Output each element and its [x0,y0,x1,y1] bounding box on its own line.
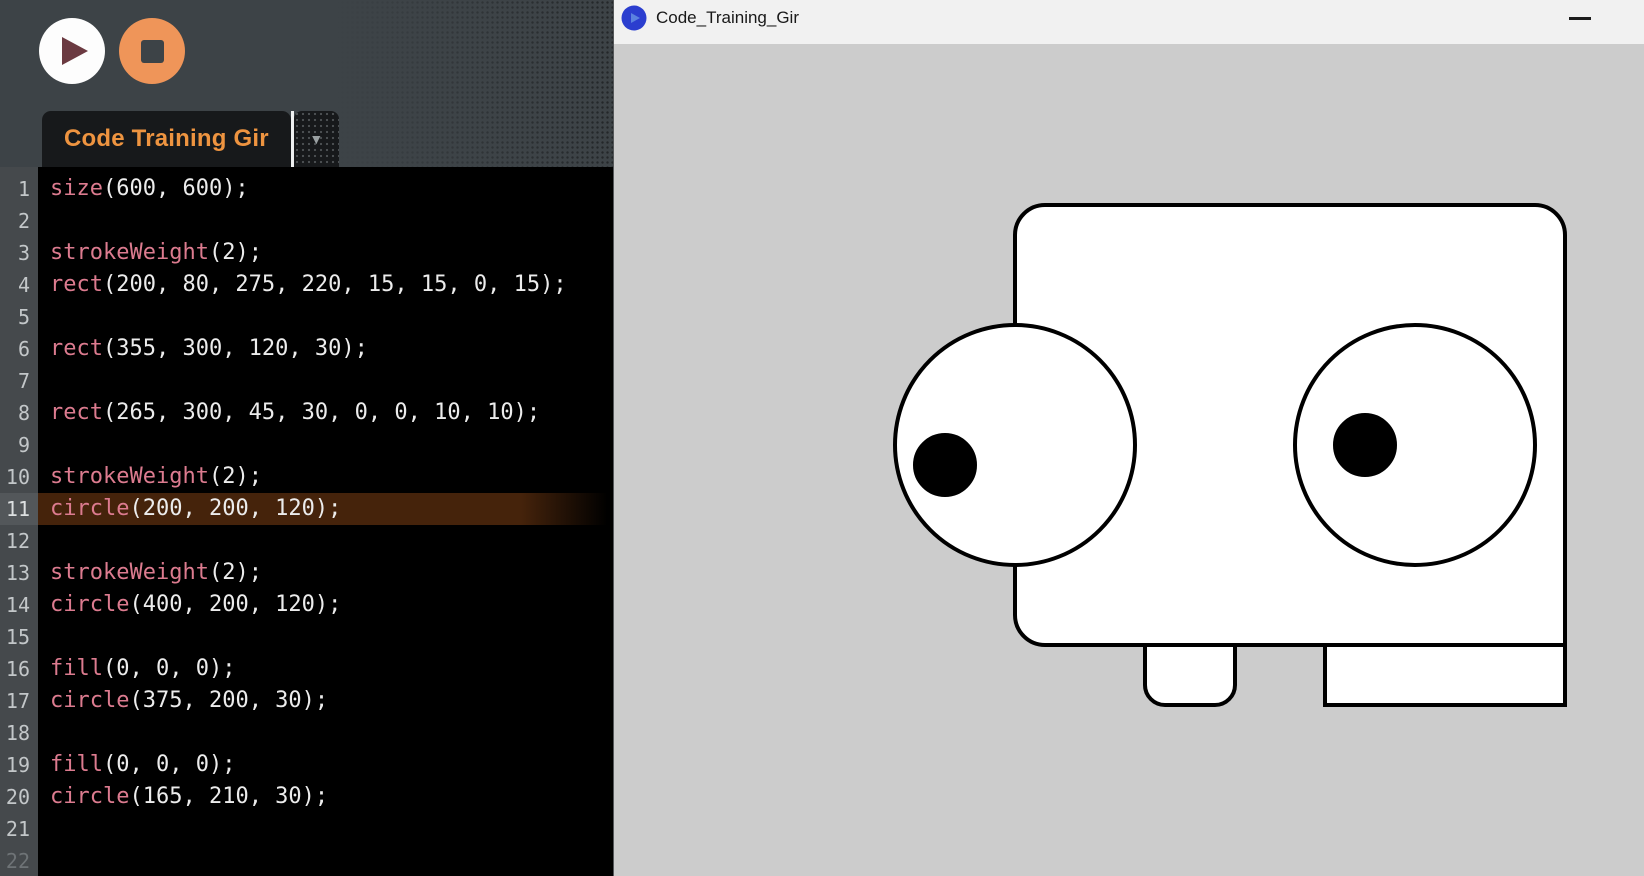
line-number: 2 [0,205,38,237]
code-line[interactable]: 21 [0,813,613,845]
code-line[interactable]: 17circle(375, 200, 30); [0,685,613,717]
code-text [38,813,613,845]
sketch-shape-rect [1325,645,1565,705]
sketch-shape-circle [915,435,975,495]
sketch-canvas [614,44,1644,876]
sketch-drawing [615,45,1644,876]
code-line[interactable]: 22 [0,845,613,876]
line-number: 9 [0,429,38,461]
line-number: 20 [0,781,38,813]
line-number: 1 [0,173,38,205]
code-line[interactable]: 19fill(0, 0, 0); [0,749,613,781]
line-number: 3 [0,237,38,269]
editor-lines: 1size(600, 600);23strokeWeight(2);4rect(… [0,173,613,876]
sketch-tab[interactable]: Code Training Gir [42,111,291,167]
line-number: 19 [0,749,38,781]
sketch-titlebar[interactable]: Code_Training_Gir [614,0,1644,44]
code-text: rect(265, 300, 45, 30, 0, 0, 10, 10); [38,397,613,429]
sketch-shape-rect [1145,645,1235,705]
code-line[interactable]: 16fill(0, 0, 0); [0,653,613,685]
code-text: rect(355, 300, 120, 30); [38,333,613,365]
minimize-button[interactable] [1558,5,1602,31]
screen: Code Training Gir ▼ 1size(600, 600);23st… [0,0,1644,876]
line-number: 14 [0,589,38,621]
code-line[interactable]: 11circle(200, 200, 120); [0,493,613,525]
code-text [38,845,613,876]
stop-button[interactable] [119,18,185,84]
line-number: 4 [0,269,38,301]
line-number: 22 [0,845,38,876]
processing-ide: Code Training Gir ▼ 1size(600, 600);23st… [0,0,613,876]
ide-toolbar: Code Training Gir ▼ [0,0,613,167]
line-number: 16 [0,653,38,685]
line-number: 17 [0,685,38,717]
code-text: circle(165, 210, 30); [38,781,613,813]
code-line[interactable]: 20circle(165, 210, 30); [0,781,613,813]
code-text [38,525,613,557]
code-line[interactable]: 13strokeWeight(2); [0,557,613,589]
code-text: circle(200, 200, 120); [38,493,613,525]
code-text: fill(0, 0, 0); [38,653,613,685]
code-text: fill(0, 0, 0); [38,749,613,781]
code-text [38,205,613,237]
sketch-window: Code_Training_Gir [613,0,1644,876]
run-button[interactable] [39,18,105,84]
code-line[interactable]: 6rect(355, 300, 120, 30); [0,333,613,365]
line-number: 18 [0,717,38,749]
code-line[interactable]: 2 [0,205,613,237]
play-icon [60,35,90,67]
processing-sketch-icon [621,5,647,31]
sketch-shape-circle [1335,415,1395,475]
code-text [38,365,613,397]
code-line[interactable]: 3strokeWeight(2); [0,237,613,269]
tab-bar: Code Training Gir ▼ [42,111,339,167]
code-text [38,301,613,333]
line-number: 5 [0,301,38,333]
code-text [38,429,613,461]
line-number: 12 [0,525,38,557]
stop-icon [141,40,164,63]
code-line[interactable]: 15 [0,621,613,653]
sketch-window-title: Code_Training_Gir [656,8,799,28]
code-text: strokeWeight(2); [38,237,613,269]
code-line[interactable]: 10strokeWeight(2); [0,461,613,493]
code-text: circle(375, 200, 30); [38,685,613,717]
line-number: 11 [0,493,38,525]
sketch-shape-circle [1295,325,1535,565]
code-text: strokeWeight(2); [38,461,613,493]
line-number: 10 [0,461,38,493]
code-line[interactable]: 12 [0,525,613,557]
line-number: 13 [0,557,38,589]
line-number: 6 [0,333,38,365]
code-line[interactable]: 14circle(400, 200, 120); [0,589,613,621]
code-text: rect(200, 80, 275, 220, 15, 15, 0, 15); [38,269,613,301]
code-line[interactable]: 7 [0,365,613,397]
code-line[interactable]: 4rect(200, 80, 275, 220, 15, 15, 0, 15); [0,269,613,301]
tab-menu-button[interactable]: ▼ [294,111,339,167]
chevron-down-icon: ▼ [309,131,323,147]
code-text: size(600, 600); [38,173,613,205]
minimize-icon [1569,17,1591,20]
code-line[interactable]: 5 [0,301,613,333]
code-text [38,717,613,749]
line-number: 7 [0,365,38,397]
code-line[interactable]: 8rect(265, 300, 45, 30, 0, 0, 10, 10); [0,397,613,429]
code-text: strokeWeight(2); [38,557,613,589]
sketch-tab-label: Code Training Gir [64,125,269,153]
code-editor[interactable]: 1size(600, 600);23strokeWeight(2);4rect(… [0,167,613,876]
code-line[interactable]: 9 [0,429,613,461]
code-text [38,621,613,653]
code-text: circle(400, 200, 120); [38,589,613,621]
line-number: 21 [0,813,38,845]
line-number: 15 [0,621,38,653]
code-line[interactable]: 18 [0,717,613,749]
code-line[interactable]: 1size(600, 600); [0,173,613,205]
line-number: 8 [0,397,38,429]
